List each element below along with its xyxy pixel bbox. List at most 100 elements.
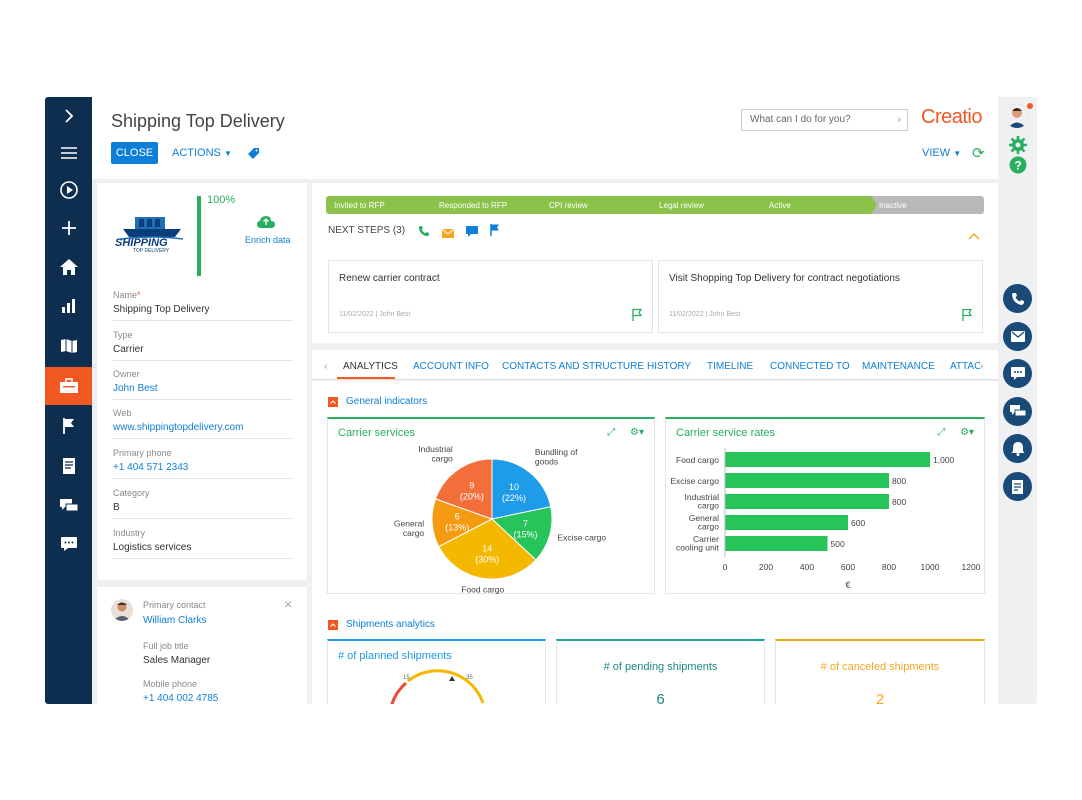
tabs-scroll-left[interactable]: ‹ xyxy=(324,361,327,372)
app-window: Shipping Top Delivery CLOSE ACTIONS ▼ Wh… xyxy=(45,97,1037,704)
command-search-input[interactable]: What can I do for you? › xyxy=(741,109,908,131)
phone-link[interactable]: +1 404 571 2343 xyxy=(113,462,293,479)
web-link[interactable]: www.shippingtopdelivery.com xyxy=(113,422,293,439)
message-icon[interactable] xyxy=(1003,359,1032,388)
gauge-segment-low xyxy=(390,681,408,704)
stage-responded[interactable]: Responded to RFP xyxy=(431,196,548,214)
map-icon[interactable] xyxy=(45,327,92,365)
bar xyxy=(725,494,889,509)
contact-name-link[interactable]: William Clarks xyxy=(143,615,206,626)
feed-icon[interactable] xyxy=(1003,397,1032,426)
owner-link[interactable]: John Best xyxy=(113,383,293,400)
enrich-data-link[interactable]: Enrich data xyxy=(245,235,291,245)
cloud-icon[interactable] xyxy=(257,215,275,233)
close-icon[interactable]: × xyxy=(284,596,292,612)
tab-connected-to[interactable]: CONNECTED TO xyxy=(770,361,850,372)
next-step-card[interactable]: Renew carrier contract 11/02/2022 | John… xyxy=(328,260,653,333)
accounts-icon[interactable] xyxy=(45,367,92,405)
home-icon[interactable] xyxy=(45,248,92,286)
refresh-icon[interactable]: ⟳ xyxy=(972,144,985,162)
tab-attachments[interactable]: ATTAC xyxy=(950,361,980,372)
field-phone: Primary phone +1 404 571 2343 xyxy=(113,448,293,479)
section-shipments-analytics[interactable]: Shipments analytics xyxy=(328,619,435,630)
flag-icon[interactable] xyxy=(45,407,92,445)
section-general-indicators[interactable]: General indicators xyxy=(328,396,427,407)
name-input[interactable]: Shipping Top Delivery xyxy=(113,304,293,321)
canceled-shipments-widget: # of canceled shipments 2 xyxy=(775,639,985,704)
type-select[interactable]: Carrier xyxy=(113,344,293,361)
x-tick-label: 1000 xyxy=(921,562,940,572)
tab-timeline[interactable]: TIMELINE xyxy=(707,361,753,372)
collapse-icon[interactable] xyxy=(328,619,338,630)
expand-icon[interactable] xyxy=(45,97,92,135)
flag-icon[interactable] xyxy=(490,223,500,241)
bar-value-label: 1,000 xyxy=(933,455,955,465)
page-header: Shipping Top Delivery CLOSE ACTIONS ▼ Wh… xyxy=(92,97,998,179)
bar-category-label: General cargo xyxy=(689,513,720,532)
tab-analytics[interactable]: ANALYTICS xyxy=(343,361,398,372)
tab-contacts-structure[interactable]: CONTACTS AND STRUCTURE xyxy=(502,361,644,372)
email-icon[interactable] xyxy=(1003,322,1032,351)
stage-cpi-review[interactable]: CPI review xyxy=(541,196,658,214)
widget-title: # of canceled shipments xyxy=(820,661,940,673)
next-steps-label[interactable]: NEXT STEPS (3) xyxy=(328,225,405,236)
phone-icon[interactable] xyxy=(1003,284,1032,313)
feed-icon[interactable] xyxy=(45,487,92,525)
field-label: Owner xyxy=(113,369,140,379)
gauge-min-tick: 15 xyxy=(403,675,410,681)
menu-icon[interactable] xyxy=(45,134,92,172)
pie-slice-value: 9 xyxy=(469,481,474,491)
caret-down-icon: ▼ xyxy=(953,149,962,158)
pie-slice-label: General cargo xyxy=(394,519,425,539)
flag-icon[interactable] xyxy=(632,308,643,326)
collapse-icon[interactable] xyxy=(968,227,980,245)
document-icon[interactable] xyxy=(45,447,92,485)
job-title-value: Sales Manager xyxy=(143,655,211,666)
section-title: Shipments analytics xyxy=(346,619,435,630)
stage-invited[interactable]: Invited to RFP xyxy=(326,196,438,214)
add-icon[interactable] xyxy=(45,209,92,247)
message-icon[interactable] xyxy=(466,224,478,242)
x-tick-label: 600 xyxy=(841,562,855,572)
x-axis-label: € xyxy=(845,580,850,590)
play-icon[interactable] xyxy=(45,171,92,209)
chat-icon[interactable] xyxy=(45,525,92,563)
close-button[interactable]: CLOSE xyxy=(111,142,158,164)
tabs-scroll-right[interactable]: › xyxy=(980,361,983,372)
bar-category-label: Excise cargo xyxy=(670,476,719,486)
detail-tabs: ‹ ANALYTICS ACCOUNT INFO CONTACTS AND ST… xyxy=(312,350,998,380)
field-category: Category B xyxy=(113,488,293,519)
left-navigation xyxy=(45,97,92,704)
tab-account-info[interactable]: ACCOUNT INFO xyxy=(413,361,489,372)
profile-card: SHIPPING TOP DELIVERY 100% Enrich data N… xyxy=(97,183,307,580)
step-meta: 11/02/2022 | John Best xyxy=(669,311,741,318)
tab-history[interactable]: HISTORY xyxy=(647,361,691,372)
contact-label: Primary contact xyxy=(143,600,206,610)
dashboard-icon[interactable] xyxy=(45,287,92,325)
process-icon[interactable] xyxy=(1003,472,1032,501)
email-icon[interactable] xyxy=(442,225,454,243)
next-step-card[interactable]: Visit Shopping Top Delivery for contract… xyxy=(658,260,983,333)
actions-button[interactable]: ACTIONS ▼ xyxy=(172,147,232,159)
pie-slice-label: Food cargo xyxy=(461,584,504,594)
stage-inactive[interactable]: Inactive xyxy=(871,196,984,214)
flag-icon[interactable] xyxy=(962,308,973,326)
bell-icon[interactable] xyxy=(1003,434,1032,463)
field-label: Web xyxy=(113,408,132,418)
collapse-icon[interactable] xyxy=(328,396,338,407)
x-tick-label: 200 xyxy=(759,562,773,572)
call-icon[interactable] xyxy=(418,224,430,242)
page-title: Shipping Top Delivery xyxy=(111,111,285,131)
view-button[interactable]: VIEW ▼ xyxy=(922,147,961,159)
user-avatar[interactable] xyxy=(1005,104,1029,128)
bar-category-label: Industrial cargo xyxy=(685,492,720,511)
stage-active[interactable]: Active xyxy=(761,196,878,214)
category-select[interactable]: B xyxy=(113,502,293,519)
stage-legal-review[interactable]: Legal review xyxy=(651,196,768,214)
tab-maintenance[interactable]: MAINTENANCE xyxy=(862,361,935,372)
mobile-link[interactable]: +1 404 002 4785 xyxy=(143,693,218,704)
tag-icon[interactable] xyxy=(248,146,260,164)
industry-select[interactable]: Logistics services xyxy=(113,542,293,559)
help-icon[interactable]: ? xyxy=(1009,156,1027,179)
chevron-right-icon[interactable]: › xyxy=(897,114,901,126)
